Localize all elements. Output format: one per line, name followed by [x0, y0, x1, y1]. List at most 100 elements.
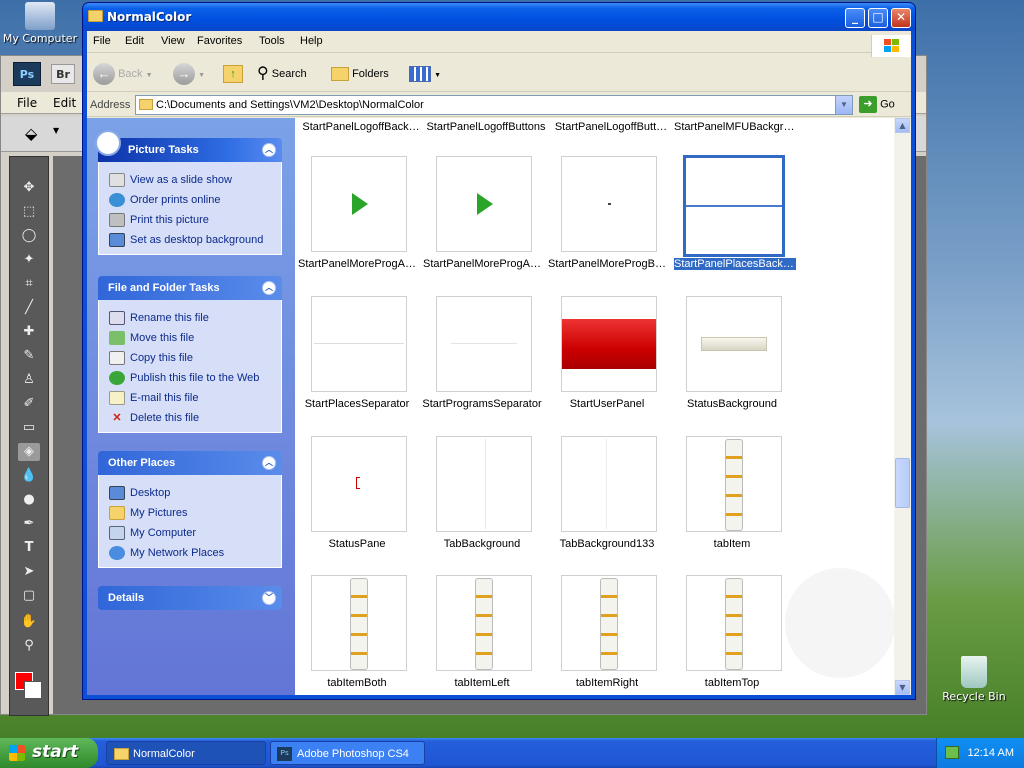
place-network[interactable]: My Network Places: [109, 543, 281, 563]
task-normalcolor[interactable]: NormalColor: [106, 741, 266, 765]
brush-tool-icon[interactable]: ✎: [18, 347, 40, 365]
go-arrow-icon: ➜: [859, 96, 877, 113]
folder-icon: [139, 99, 153, 110]
dodge-tool-icon[interactable]: ●: [18, 491, 40, 509]
go-button[interactable]: ➜ Go: [859, 96, 895, 113]
hand-tool-icon[interactable]: ✋: [18, 613, 40, 631]
pen-tool-icon[interactable]: ✒: [18, 515, 40, 533]
collapse-chevron-icon[interactable]: ︿: [262, 456, 276, 470]
copy-task[interactable]: Copy this file: [109, 348, 281, 368]
thumbnail: [686, 436, 782, 532]
set-background-task[interactable]: Set as desktop background: [109, 230, 281, 250]
menu-tools[interactable]: Tools: [259, 35, 285, 47]
minimize-button[interactable]: _: [845, 8, 865, 28]
thumbnail: [311, 296, 407, 392]
back-arrow-icon: ←: [93, 63, 115, 86]
file-folder-tasks-header[interactable]: File and Folder Tasks ︿: [98, 276, 282, 300]
recycle-bin-desktop-icon[interactable]: Recycle Bin: [934, 656, 1014, 703]
expand-chevron-icon[interactable]: ﹀: [262, 591, 276, 605]
br-badge[interactable]: Br: [51, 64, 75, 84]
path-select-tool-icon[interactable]: ➤: [18, 563, 40, 581]
rename-task[interactable]: Rename this file: [109, 308, 281, 328]
menu-favorites[interactable]: Favorites: [197, 35, 242, 47]
address-dropdown-button[interactable]: ▼: [835, 96, 852, 114]
other-places-panel: Other Places ︿ Desktop My Pictures My Co…: [98, 451, 282, 568]
search-button[interactable]: ⚲ Search: [257, 62, 307, 86]
print-task[interactable]: Print this picture: [109, 210, 281, 230]
my-computer-desktop-icon[interactable]: My Computer: [0, 2, 80, 45]
lasso-tool-icon[interactable]: ◯: [18, 227, 40, 245]
slideshow-task[interactable]: View as a slide show: [109, 170, 281, 190]
other-places-header[interactable]: Other Places ︿: [98, 451, 282, 475]
address-bar: Address C:\Documents and Settings\VM2\De…: [87, 93, 911, 117]
chevron-down-icon: ▼: [198, 72, 205, 79]
marquee-tool-icon[interactable]: ⬚: [18, 203, 40, 221]
zoom-tool-icon[interactable]: ⚲: [18, 637, 40, 655]
recycle-bin-label: Recycle Bin: [942, 690, 1006, 703]
eraser-tool-icon[interactable]: ▭: [18, 419, 40, 437]
place-my-pictures[interactable]: My Pictures: [109, 503, 281, 523]
start-button[interactable]: start: [0, 738, 98, 768]
background-color-swatch[interactable]: [24, 681, 42, 699]
type-tool-icon[interactable]: T: [18, 539, 40, 557]
scroll-thumb[interactable]: [895, 458, 910, 508]
folders-button[interactable]: Folders: [331, 62, 389, 86]
clock[interactable]: 12:14 AM: [968, 747, 1014, 759]
collapse-chevron-icon[interactable]: ︿: [262, 281, 276, 295]
place-desktop[interactable]: Desktop: [109, 483, 281, 503]
back-button[interactable]: ← Back ▼: [93, 62, 153, 86]
search-icon: ⚲: [257, 65, 269, 83]
up-folder-button[interactable]: ↑: [223, 62, 243, 86]
magic-wand-tool-icon[interactable]: ✦: [18, 251, 40, 269]
task-pane: Picture Tasks ︿ View as a slide show Ord…: [87, 118, 295, 695]
ps-menu-edit[interactable]: Edit: [53, 96, 76, 110]
ps-badge[interactable]: Ps: [13, 62, 41, 86]
chevron-down-icon[interactable]: ▼: [53, 126, 59, 135]
menu-view[interactable]: View: [161, 35, 185, 47]
scroll-up-button[interactable]: ▲: [895, 118, 910, 133]
order-prints-task[interactable]: Order prints online: [109, 190, 281, 210]
maximize-button[interactable]: □: [868, 8, 888, 28]
shape-tool-icon[interactable]: ▢: [18, 587, 40, 605]
move-tool-icon[interactable]: ✥: [18, 179, 40, 197]
paint-bucket-icon[interactable]: ⬙: [25, 124, 37, 143]
network-tray-icon[interactable]: [945, 746, 959, 759]
publish-task[interactable]: Publish this file to the Web: [109, 368, 281, 388]
thumbnail-selected: [683, 155, 785, 257]
thumbnail: [436, 436, 532, 532]
scroll-down-button[interactable]: ▼: [895, 680, 910, 695]
vertical-scrollbar[interactable]: ▲ ▼: [894, 118, 911, 695]
details-header[interactable]: Details ﹀: [98, 586, 282, 610]
picture-tasks-header[interactable]: Picture Tasks ︿: [95, 130, 282, 162]
folder-icon: [88, 10, 103, 22]
play-arrow-icon: [477, 193, 493, 215]
play-arrow-icon: [352, 193, 368, 215]
ps-menu-file[interactable]: File: [17, 96, 37, 110]
selected-file-label: StartPanelPlacesBackground: [673, 257, 797, 271]
collapse-chevron-icon[interactable]: ︿: [262, 143, 276, 157]
email-task[interactable]: E-mail this file: [109, 388, 281, 408]
title-bar[interactable]: NormalColor _ □ ✕: [83, 3, 915, 31]
move-task[interactable]: Move this file: [109, 328, 281, 348]
stamp-tool-icon[interactable]: ♙: [18, 371, 40, 389]
address-input[interactable]: C:\Documents and Settings\VM2\Desktop\No…: [135, 95, 853, 115]
folders-icon: [331, 67, 349, 82]
paint-bucket-tool-icon[interactable]: ◈: [18, 443, 40, 461]
crop-tool-icon[interactable]: ⌗: [18, 275, 40, 293]
delete-task[interactable]: ✕ Delete this file: [109, 408, 281, 428]
menu-file[interactable]: File: [93, 35, 111, 47]
views-button[interactable]: ▼: [409, 62, 441, 86]
thumbnail: [436, 296, 532, 392]
place-my-computer[interactable]: My Computer: [109, 523, 281, 543]
close-button[interactable]: ✕: [891, 8, 911, 28]
task-photoshop[interactable]: Ps Adobe Photoshop CS4: [270, 741, 425, 765]
eyedropper-tool-icon[interactable]: ╱: [18, 299, 40, 317]
history-brush-tool-icon[interactable]: ✐: [18, 395, 40, 413]
delete-x-icon: ✕: [112, 412, 122, 425]
healing-tool-icon[interactable]: ✚: [18, 323, 40, 341]
forward-button[interactable]: → ▼: [173, 62, 205, 86]
blur-tool-icon[interactable]: 💧: [18, 467, 40, 485]
standard-toolbar: ← Back ▼ → ▼ ↑ ⚲ Search Folders ▼: [87, 54, 911, 92]
menu-help[interactable]: Help: [300, 35, 323, 47]
menu-edit[interactable]: Edit: [125, 35, 144, 47]
